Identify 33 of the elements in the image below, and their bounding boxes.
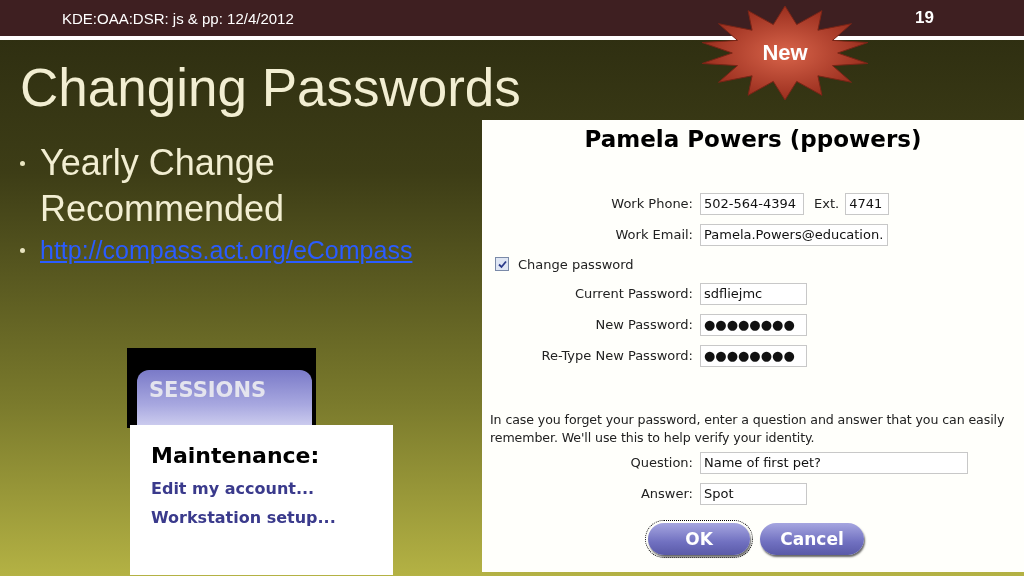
menu-link[interactable]: Edit my account... — [151, 474, 393, 503]
menu-heading: Maintenance: — [151, 443, 321, 468]
bullet-icon — [20, 248, 25, 253]
field-label: Question: — [629, 455, 693, 470]
field-label: Work Email: — [614, 227, 693, 242]
bullet-text: Yearly Change Recommended — [40, 141, 286, 231]
form-title: Pamela Powers (ppowers) — [583, 126, 923, 152]
ok-button[interactable]: OK — [648, 523, 750, 555]
checkbox-label: Change password — [518, 256, 634, 272]
input-field[interactable]: ●●●●●●●● — [700, 344, 807, 367]
field-label: Answer: — [639, 486, 693, 501]
input-field[interactable]: sdfliejmc — [700, 282, 807, 305]
field-label: Re-Type New Password: — [540, 348, 693, 363]
input-field[interactable]: 502-564-4394 — [700, 192, 804, 215]
slide-number: 19 — [915, 8, 934, 28]
bullet-icon — [20, 161, 25, 166]
help-text: In case you forget your password, enter a question and answer that you can easily remember. We'll use this to help verify your identity. — [490, 411, 1006, 447]
input-field[interactable]: ●●●●●●●● — [700, 313, 807, 336]
checkbox[interactable] — [495, 257, 509, 271]
cancel-button[interactable]: Cancel — [760, 523, 864, 555]
badge-label: New — [762, 40, 808, 66]
field-label: New Password: — [594, 317, 693, 332]
field-label: Work Phone: — [610, 196, 693, 211]
footer-text: KDE:OAA:DSR: js & pp: 12/4/2012 — [62, 9, 294, 27]
checkmark-icon — [497, 259, 507, 269]
input-field[interactable]: Spot — [700, 482, 807, 505]
field-label: Ext. — [814, 196, 840, 211]
menu-link[interactable]: Workstation setup... — [151, 503, 393, 532]
field-label: Current Password: — [573, 286, 693, 301]
slide-title: Changing Passwords — [20, 58, 522, 119]
input-field[interactable]: Name of first pet? — [700, 451, 968, 474]
input-field[interactable]: Pamela.Powers@education. — [700, 223, 888, 246]
input-field[interactable]: 4741 — [845, 192, 890, 215]
